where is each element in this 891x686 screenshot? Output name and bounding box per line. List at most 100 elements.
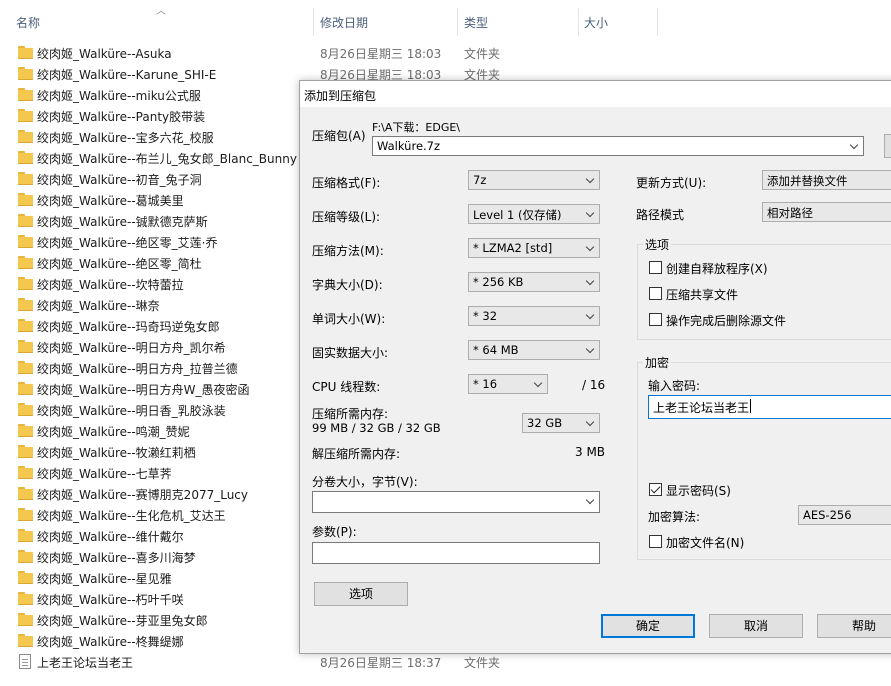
folder-icon — [18, 592, 33, 605]
file-name[interactable]: 绞肉姬_Walküre--生化危机_艾达王 — [37, 507, 226, 524]
format-select[interactable]: 7z — [468, 170, 600, 190]
dict-select[interactable]: * 256 KB — [468, 272, 600, 292]
file-name[interactable]: 绞肉姬_Walküre--初音_兔子洞 — [37, 171, 202, 188]
folder-icon — [18, 46, 33, 59]
volume-label: 分卷大小，字节(V): — [312, 475, 418, 489]
file-name[interactable]: 绞肉姬_Walküre--miku公式服 — [37, 87, 201, 104]
password-value: 上老王论坛当老王 — [653, 401, 750, 415]
show-password-checkbox[interactable] — [649, 483, 662, 496]
threads-value: * 16 — [473, 377, 498, 391]
file-name[interactable]: 绞肉姬_Walküre--明日方舟_凯尔希 — [37, 339, 226, 356]
method-select[interactable]: * LZMA2 [std] — [468, 238, 600, 258]
file-name[interactable]: 绞肉姬_Walküre--朽叶千咲 — [37, 591, 184, 608]
shared-checkbox[interactable] — [649, 287, 662, 300]
archive-name-combo[interactable]: Walküre.7z — [372, 136, 864, 156]
chevron-down-icon[interactable] — [849, 140, 859, 150]
file-name[interactable]: 绞肉姬_Walküre--芽亚里兔女郎 — [37, 612, 208, 629]
file-row[interactable]: 绞肉姬_Walküre--Asuka 8月26日星期三 18:03 文件夹 — [0, 42, 891, 63]
file-name[interactable]: 绞肉姬_Walküre--玛奇玛逆兔女郎 — [37, 318, 220, 335]
update-value: 添加并替换文件 — [767, 174, 848, 188]
folder-icon — [18, 424, 33, 437]
folder-icon — [18, 634, 33, 647]
file-name[interactable]: 绞肉姬_Walküre--坎特蕾拉 — [37, 276, 184, 293]
file-name[interactable]: 绞肉姬_Walküre--Karune_SHI-E — [37, 66, 216, 83]
chevron-down-icon[interactable] — [585, 495, 595, 505]
file-name[interactable]: 绞肉姬_Walküre--Asuka — [37, 45, 172, 62]
column-divider[interactable] — [657, 8, 658, 36]
options-button[interactable]: 选项 — [314, 582, 408, 606]
volume-combo[interactable] — [312, 491, 600, 513]
mem-limit-select[interactable]: 32 GB — [522, 413, 600, 433]
file-name[interactable]: 上老王论坛当老王 — [37, 654, 133, 671]
password-input[interactable]: 上老王论坛当老王 — [648, 395, 891, 419]
dialog-title-bar[interactable]: 添加到压缩包 — [300, 81, 891, 107]
mem-comp-label: 压缩所需内存: — [312, 407, 389, 421]
column-divider[interactable] — [457, 8, 458, 36]
mem-comp-detail: 99 MB / 32 GB / 32 GB — [312, 421, 441, 435]
browse-button[interactable] — [884, 134, 891, 158]
file-name[interactable]: 绞肉姬_Walküre--喜多川海梦 — [37, 549, 196, 566]
chevron-down-icon — [585, 344, 595, 354]
file-name[interactable]: 绞肉姬_Walküre--葛城美里 — [37, 192, 184, 209]
cancel-button[interactable]: 取消 — [709, 614, 803, 638]
sfx-label[interactable]: 创建自释放程序(X) — [666, 260, 768, 277]
file-name[interactable]: 绞肉姬_Walküre--绝区零_艾莲·乔 — [37, 234, 218, 251]
file-name[interactable]: 绞肉姬_Walküre--星见雅 — [37, 570, 172, 587]
file-name[interactable]: 绞肉姬_Walküre--琳奈 — [37, 297, 160, 314]
file-name[interactable]: 绞肉姬_Walküre--明日香_乳胶泳装 — [37, 402, 226, 419]
file-name[interactable]: 绞肉姬_Walküre--铖默德克萨斯 — [37, 213, 208, 230]
file-name[interactable]: 绞肉姬_Walküre--牧濑红莉栖 — [37, 444, 196, 461]
column-size[interactable]: 大小 — [584, 14, 608, 31]
encrypt-names-label[interactable]: 加密文件名(N) — [666, 534, 744, 551]
column-type[interactable]: 类型 — [464, 14, 488, 31]
params-label: 参数(P): — [312, 525, 357, 539]
file-name[interactable]: 绞肉姬_Walküre--明日方舟W_愚夜密函 — [37, 381, 250, 398]
file-name[interactable]: 绞肉姬_Walküre--明日方舟_拉普兰德 — [37, 360, 238, 377]
folder-icon — [18, 172, 33, 185]
file-name[interactable]: 绞肉姬_Walküre--维什戴尔 — [37, 528, 184, 545]
threads-select[interactable]: * 16 — [468, 374, 548, 394]
delete-checkbox[interactable] — [649, 313, 662, 326]
folder-icon — [18, 571, 33, 584]
update-select[interactable]: 添加并替换文件 — [762, 170, 891, 190]
params-input[interactable] — [312, 542, 600, 564]
delete-label[interactable]: 操作完成后删除源文件 — [666, 312, 786, 329]
ok-button[interactable]: 确定 — [601, 614, 695, 638]
column-name[interactable]: 名称 — [16, 14, 40, 31]
folder-icon — [18, 445, 33, 458]
file-date: 8月26日星期三 18:03 — [320, 47, 442, 61]
pathmode-select[interactable]: 相对路径 — [762, 202, 891, 222]
file-row[interactable]: 上老王论坛当老王 8月26日星期三 18:37 文件夹 — [0, 651, 891, 672]
file-name[interactable]: 绞肉姬_Walküre--绝区零_简杜 — [37, 255, 202, 272]
sfx-checkbox[interactable] — [649, 261, 662, 274]
help-button[interactable]: 帮助 — [817, 614, 891, 638]
file-name[interactable]: 绞肉姬_Walküre--赛博朋克2077_Lucy — [37, 486, 248, 503]
file-name[interactable]: 绞肉姬_Walküre--Panty胶带装 — [37, 108, 205, 125]
chevron-down-icon — [585, 417, 595, 427]
file-name[interactable]: 绞肉姬_Walküre--宝多六花_校服 — [37, 129, 214, 146]
word-select[interactable]: * 32 — [468, 306, 600, 326]
column-divider[interactable] — [313, 8, 314, 36]
shared-label[interactable]: 压缩共享文件 — [666, 286, 738, 303]
level-select[interactable]: Level 1 (仅存储) — [468, 204, 600, 224]
file-name[interactable]: 绞肉姬_Walküre--布兰儿_兔女郎_Blanc_Bunny — [37, 150, 297, 167]
solid-label: 固实数据大小: — [312, 346, 389, 360]
enc-method-select[interactable]: AES-256 — [798, 505, 891, 525]
show-password-label[interactable]: 显示密码(S) — [666, 482, 731, 499]
archive-name-value[interactable]: Walküre.7z — [377, 139, 440, 153]
file-name[interactable]: 绞肉姬_Walküre--柊舞缇娜 — [37, 633, 184, 650]
file-date: 8月26日星期三 18:37 — [320, 656, 442, 670]
file-name[interactable]: 绞肉姬_Walküre--鸣潮_赞妮 — [37, 423, 190, 440]
chevron-down-icon — [585, 242, 595, 252]
folder-icon — [18, 88, 33, 101]
folder-icon — [18, 550, 33, 563]
encrypt-names-checkbox[interactable] — [649, 535, 662, 548]
threads-total: / 16 — [582, 378, 606, 392]
file-name[interactable]: 绞肉姬_Walküre--七草荠 — [37, 465, 172, 482]
folder-icon — [18, 340, 33, 353]
column-date[interactable]: 修改日期 — [320, 14, 368, 31]
folder-icon — [18, 256, 33, 269]
word-label: 单词大小(W): — [312, 312, 386, 326]
column-divider[interactable] — [578, 8, 579, 36]
solid-select[interactable]: * 64 MB — [468, 340, 600, 360]
